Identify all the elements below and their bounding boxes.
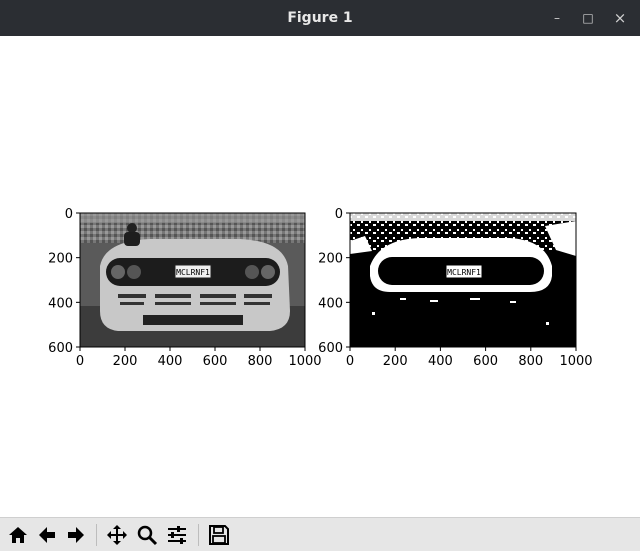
y-tick-label: 200 bbox=[48, 252, 73, 267]
left-axes: MCLRNF1 0 200 400 600 800 1000 0 200 400 600 bbox=[48, 207, 321, 369]
figure-canvas: MCLRNF1 0 200 400 600 800 1000 0 200 400 600 bbox=[0, 36, 640, 517]
back-button[interactable] bbox=[34, 522, 60, 548]
forward-button[interactable] bbox=[63, 522, 89, 548]
left-plate-text: MCLRNF1 bbox=[176, 268, 210, 277]
pan-icon bbox=[107, 525, 127, 545]
configure-subplots-icon bbox=[168, 526, 186, 544]
y-tick-label: 200 bbox=[318, 252, 343, 267]
toolbar-separator bbox=[198, 524, 199, 546]
save-button[interactable] bbox=[206, 522, 232, 548]
window-titlebar: Figure 1 – □ × bbox=[0, 0, 640, 36]
right-axes: MCLRNF1 0 200 400 600 800 1000 0 200 400 600 bbox=[318, 207, 592, 369]
x-tick-label: 200 bbox=[113, 354, 138, 369]
y-tick-label: 400 bbox=[48, 296, 73, 311]
left-image: MCLRNF1 bbox=[80, 213, 305, 347]
y-tick-label: 400 bbox=[318, 296, 343, 311]
x-tick-label: 600 bbox=[473, 354, 498, 369]
x-tick-label: 400 bbox=[428, 354, 453, 369]
maximize-button[interactable]: □ bbox=[577, 0, 599, 36]
x-tick-label: 800 bbox=[518, 354, 543, 369]
x-tick-label: 800 bbox=[248, 354, 273, 369]
save-icon bbox=[209, 525, 229, 545]
home-button[interactable] bbox=[5, 522, 31, 548]
x-tick-label: 400 bbox=[158, 354, 183, 369]
configure-subplots-button[interactable] bbox=[164, 522, 190, 548]
y-tick-label: 600 bbox=[48, 341, 73, 356]
right-plate-text: MCLRNF1 bbox=[447, 268, 481, 277]
figure-svg: MCLRNF1 0 200 400 600 800 1000 0 200 400 600 bbox=[48, 207, 592, 369]
y-tick-label: 600 bbox=[318, 341, 343, 356]
minimize-button[interactable]: – bbox=[546, 0, 568, 36]
window-title: Figure 1 bbox=[287, 10, 353, 26]
x-tick-label: 0 bbox=[346, 354, 354, 369]
back-icon bbox=[39, 527, 55, 543]
navigation-toolbar bbox=[0, 517, 640, 551]
x-tick-label: 200 bbox=[383, 354, 408, 369]
close-button[interactable]: × bbox=[609, 0, 631, 36]
x-tick-label: 1000 bbox=[288, 354, 321, 369]
x-tick-label: 600 bbox=[203, 354, 228, 369]
pan-button[interactable] bbox=[104, 522, 130, 548]
right-image: MCLRNF1 bbox=[350, 213, 576, 347]
toolbar-separator bbox=[96, 524, 97, 546]
x-tick-label: 1000 bbox=[559, 354, 592, 369]
x-tick-label: 0 bbox=[76, 354, 84, 369]
zoom-icon bbox=[137, 525, 158, 546]
zoom-button[interactable] bbox=[134, 522, 160, 548]
y-tick-label: 0 bbox=[335, 207, 343, 222]
y-tick-label: 0 bbox=[65, 207, 73, 222]
forward-icon bbox=[68, 527, 84, 543]
home-icon bbox=[9, 527, 27, 543]
